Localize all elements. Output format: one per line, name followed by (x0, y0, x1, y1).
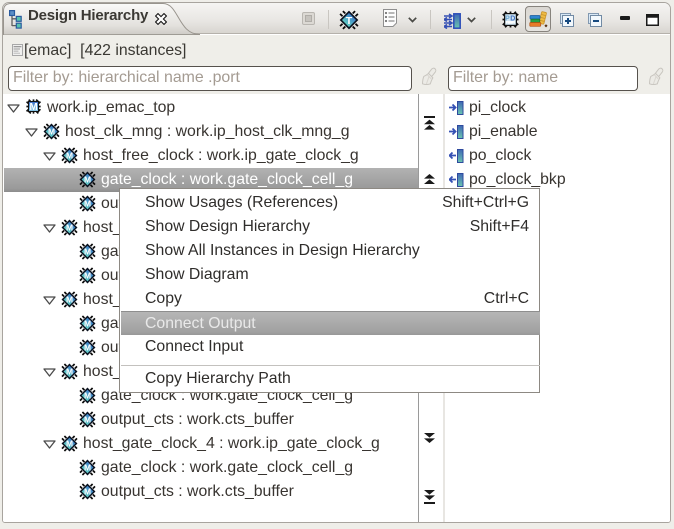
svg-text:T: T (346, 15, 353, 27)
